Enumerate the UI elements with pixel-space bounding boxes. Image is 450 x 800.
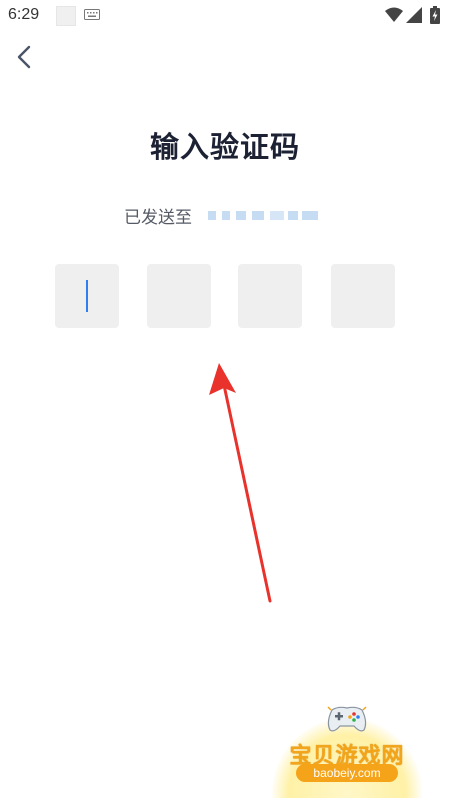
verification-code-input[interactable] (55, 264, 395, 328)
page-title: 输入验证码 (149, 130, 300, 164)
code-box-1[interactable] (55, 264, 119, 328)
gamepad-icon (327, 706, 367, 732)
code-box-3[interactable] (238, 264, 302, 328)
code-box-4[interactable] (331, 264, 395, 328)
battery-icon (430, 6, 440, 24)
signal-icon (406, 7, 422, 23)
watermark-logo: 宝贝游戏网 baobeiy.com (272, 700, 422, 800)
status-time: 6:29 (8, 6, 40, 23)
chevron-left-icon (17, 45, 31, 69)
wifi-icon (385, 7, 403, 22)
status-bar: 6:29 (0, 0, 450, 32)
notification-icon (56, 6, 76, 26)
code-box-2[interactable] (147, 264, 211, 328)
keyboard-icon (84, 9, 100, 20)
red-arrow-annotation (209, 363, 272, 603)
watermark-url: baobeiy.com (296, 764, 398, 782)
masked-phone-number (208, 208, 320, 222)
back-button[interactable] (10, 42, 38, 72)
text-cursor (86, 280, 88, 312)
sent-to-row: 已发送至 (124, 203, 320, 228)
sent-to-label: 已发送至 (124, 207, 192, 228)
